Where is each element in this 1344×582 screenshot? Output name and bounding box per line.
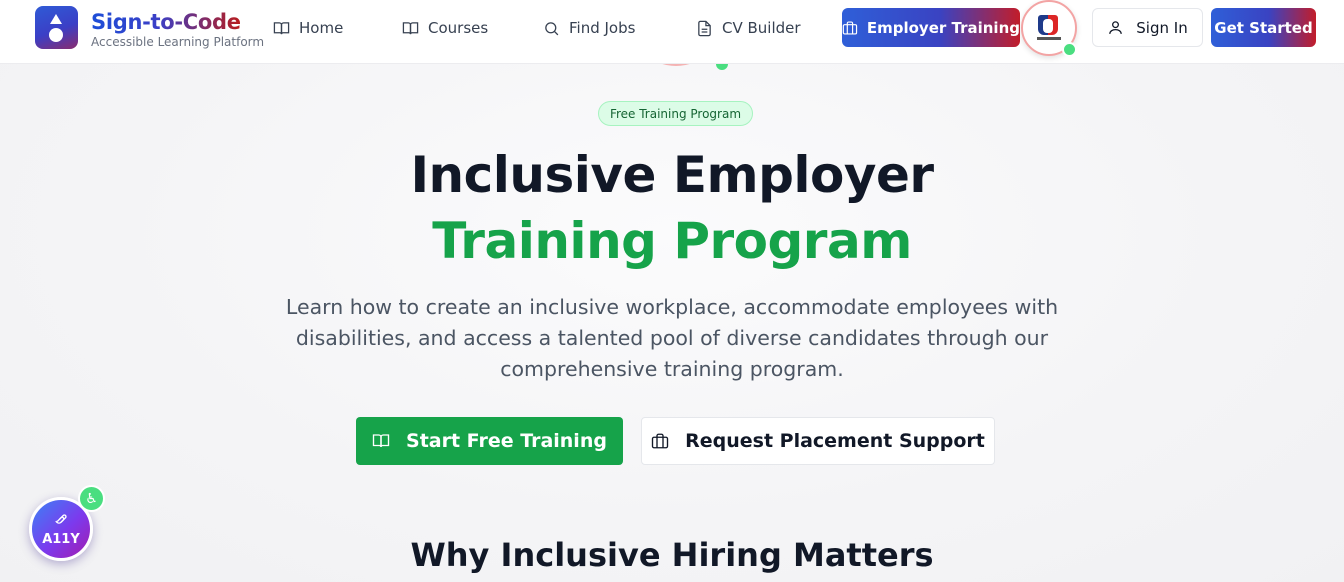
nav-find-jobs[interactable]: Find Jobs: [543, 16, 635, 40]
employer-training-label: Employer Training: [866, 18, 1020, 37]
book-open-icon: [402, 21, 419, 34]
hand-icon: [55, 514, 67, 524]
book-open-icon: [273, 21, 290, 34]
sign-language-avatar-icon: [1034, 13, 1064, 43]
start-free-training-label: Start Free Training: [406, 430, 607, 452]
nav-cv-builder[interactable]: CV Builder: [696, 16, 801, 40]
book-open-icon: [372, 434, 390, 448]
hero-title-line2: Training Program: [432, 212, 912, 270]
briefcase-icon: [842, 20, 858, 35]
brand-name[interactable]: Sign-to-Code: [91, 10, 241, 34]
search-icon: [545, 21, 559, 35]
start-free-training-button[interactable]: Start Free Training: [356, 417, 623, 465]
document-icon: [698, 20, 711, 36]
nav-find-jobs-label: Find Jobs: [569, 19, 636, 37]
sign-in-button[interactable]: Sign In: [1092, 8, 1203, 47]
get-started-button[interactable]: Get Started: [1211, 8, 1316, 47]
nav-courses-label: Courses: [428, 19, 489, 37]
accessibility-icon: ♿: [78, 485, 105, 512]
brand-tagline: Accessible Learning Platform: [91, 35, 265, 49]
program-badge: Free Training Program: [598, 101, 753, 126]
accessibility-widget-label: A11Y: [42, 532, 80, 547]
nav-cv-builder-label: CV Builder: [722, 19, 801, 37]
hero-title-line1: Inclusive Employer: [410, 146, 934, 204]
nav-courses[interactable]: Courses: [402, 16, 488, 40]
request-placement-support-button[interactable]: Request Placement Support: [641, 417, 995, 465]
section-title: Why Inclusive Hiring Matters: [410, 536, 934, 574]
online-status-indicator: [1062, 42, 1077, 57]
nav-home[interactable]: Home: [273, 16, 343, 40]
request-placement-support-label: Request Placement Support: [685, 430, 985, 452]
sign-in-label: Sign In: [1136, 18, 1188, 37]
site-header: Sign-to-Code Accessible Learning Platfor…: [0, 0, 1344, 64]
user-icon: [1109, 21, 1123, 34]
nav-home-label: Home: [299, 19, 344, 37]
hero-description: Learn how to create an inclusive workpla…: [285, 295, 1059, 381]
employer-training-button[interactable]: Employer Training: [842, 8, 1020, 47]
briefcase-icon: [651, 433, 669, 449]
logo-icon[interactable]: [35, 6, 78, 49]
